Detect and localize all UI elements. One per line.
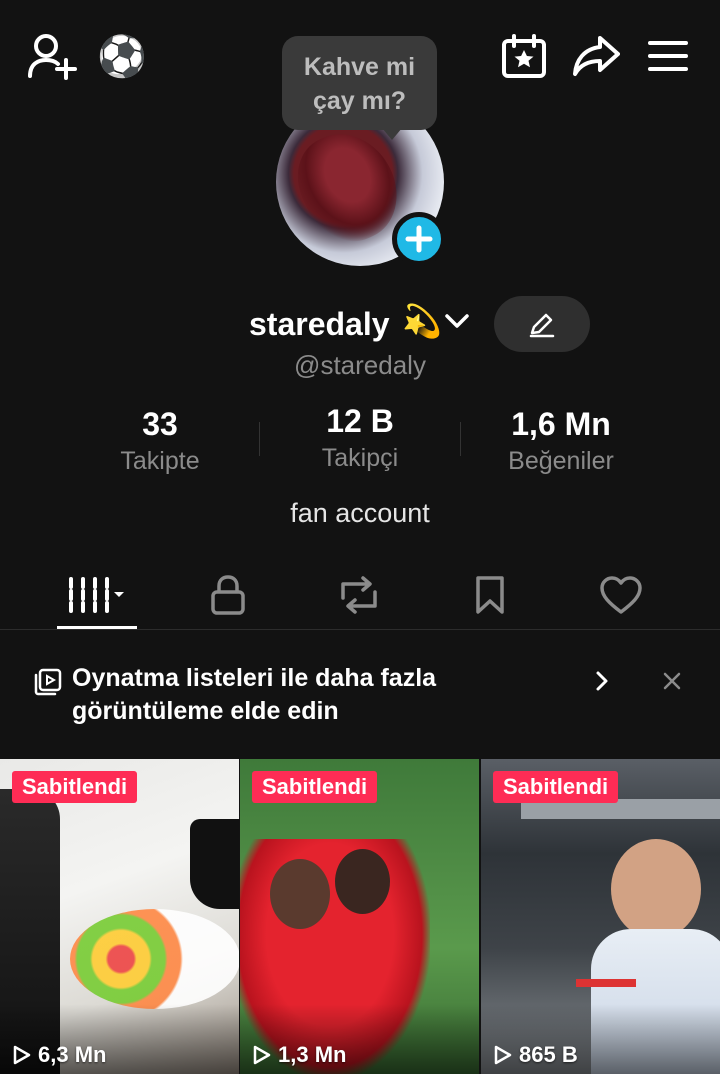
pinned-badge: Sabitlendi bbox=[493, 771, 619, 803]
video-thumbnail[interactable]: Sabitlendi 1,3 Mn bbox=[240, 759, 479, 1074]
play-icon bbox=[494, 1045, 512, 1065]
view-count: 865 B bbox=[493, 1042, 578, 1068]
active-tab-indicator bbox=[57, 626, 137, 629]
tooltip-line-2: çay mı? bbox=[312, 87, 407, 115]
profile-tabs bbox=[0, 560, 720, 630]
video-grid: Sabitlendi 6,3 Mn Sabitlendi 1,3 Mn Sabi… bbox=[0, 759, 720, 1074]
video-thumbnail[interactable]: Sabitlendi 6,3 Mn bbox=[0, 759, 239, 1074]
view-count-value: 6,3 Mn bbox=[38, 1042, 107, 1067]
name-emoji: 💫 bbox=[402, 303, 442, 339]
banner-text: Oynatma listeleri ile daha fazla görüntü… bbox=[72, 664, 437, 725]
playlist-promo-banner[interactable]: Oynatma listeleri ile daha fazla görüntü… bbox=[0, 654, 720, 734]
display-name[interactable]: staredaly bbox=[249, 306, 390, 343]
menu-icon[interactable] bbox=[646, 36, 690, 76]
calendar-star-icon[interactable] bbox=[500, 32, 548, 80]
thumbnail-face bbox=[611, 839, 701, 939]
thumbnail-fruit-platter bbox=[70, 909, 239, 1009]
tooltip-line-1: Kahve mi bbox=[303, 53, 416, 81]
view-count: 6,3 Mn bbox=[12, 1042, 106, 1068]
play-icon bbox=[13, 1045, 31, 1065]
bookmark-icon bbox=[476, 576, 504, 614]
stat-value: 33 bbox=[142, 406, 178, 442]
play-icon bbox=[253, 1045, 271, 1065]
bio-text: fan account bbox=[290, 498, 430, 528]
plus-icon bbox=[405, 225, 433, 253]
stat-following[interactable]: 33 Takipte bbox=[60, 404, 260, 478]
video-thumbnail[interactable]: Sabitlendi 865 B bbox=[481, 759, 720, 1074]
tab-saved[interactable] bbox=[445, 566, 535, 624]
tab-private[interactable] bbox=[183, 566, 273, 624]
stat-label: Takipçi bbox=[321, 444, 399, 472]
stat-label: Takipte bbox=[120, 447, 200, 475]
thumbnail-head bbox=[270, 859, 330, 929]
pencil-icon bbox=[529, 313, 555, 338]
edit-profile-button[interactable] bbox=[494, 296, 590, 352]
thumbnail-lamp bbox=[190, 819, 239, 909]
chevron-down-icon[interactable] bbox=[444, 312, 470, 335]
thumbnail-head bbox=[335, 849, 390, 914]
status-tooltip[interactable]: Kahve mi çay mı? bbox=[282, 36, 437, 140]
tab-liked[interactable] bbox=[576, 566, 666, 624]
add-story-button[interactable] bbox=[392, 212, 446, 266]
close-icon[interactable] bbox=[658, 666, 686, 696]
username-handle: @staredaly bbox=[294, 350, 426, 380]
stat-value: 1,6 Mn bbox=[511, 406, 611, 442]
repost-icon bbox=[341, 576, 377, 614]
tab-reposts[interactable] bbox=[314, 566, 404, 624]
stat-label: Beğeniler bbox=[508, 447, 614, 475]
view-count-value: 1,3 Mn bbox=[278, 1042, 347, 1067]
name-row: staredaly 💫 bbox=[0, 296, 720, 352]
heart-icon bbox=[600, 576, 642, 614]
lock-icon bbox=[211, 575, 245, 615]
thumbnail-carpet bbox=[576, 979, 636, 987]
stat-likes[interactable]: 1,6 Mn Beğeniler bbox=[461, 404, 661, 478]
profile-stats: 33 Takipte 12 B Takipçi 1,6 Mn Beğeniler bbox=[0, 401, 720, 484]
chevron-right-icon[interactable] bbox=[590, 666, 614, 696]
pinned-badge: Sabitlendi bbox=[12, 771, 138, 803]
view-count: 1,3 Mn bbox=[252, 1042, 346, 1068]
stat-followers[interactable]: 12 B Takipçi bbox=[260, 401, 460, 475]
pinned-badge: Sabitlendi bbox=[252, 771, 378, 803]
videos-grid-icon bbox=[69, 577, 124, 613]
tab-videos[interactable] bbox=[52, 566, 142, 624]
view-count-value: 865 B bbox=[519, 1042, 578, 1067]
stat-value: 12 B bbox=[326, 403, 394, 439]
add-friend-icon[interactable] bbox=[24, 30, 80, 82]
share-icon[interactable] bbox=[570, 32, 622, 80]
soccer-ball-icon[interactable]: ⚽ bbox=[97, 32, 147, 80]
playlist-icon bbox=[34, 668, 62, 696]
